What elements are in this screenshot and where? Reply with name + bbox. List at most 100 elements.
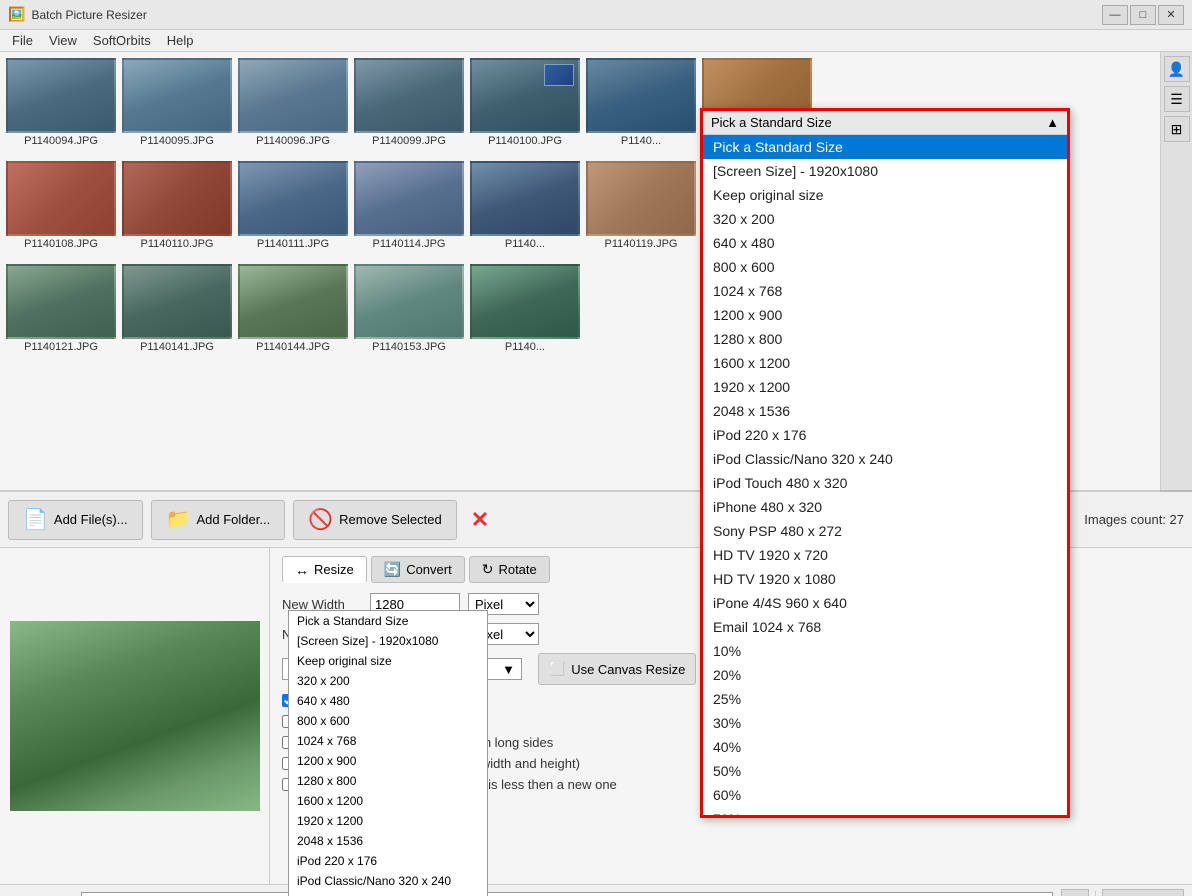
person-icon-btn[interactable]: 👤 [1164, 56, 1190, 82]
maximize-button[interactable]: □ [1130, 5, 1156, 25]
thumbnail-item[interactable]: P1140110.JPG [122, 161, 232, 250]
resize-tab-icon: ↔ [295, 562, 309, 578]
small-dropdown-item[interactable]: 1280 x 800 [289, 771, 487, 791]
big-dropdown-item[interactable]: Email 1024 x 768 [703, 615, 1067, 639]
big-dropdown-list[interactable]: Pick a Standard Size[Screen Size] - 1920… [703, 135, 1067, 815]
thumbnail-item[interactable]: P1140108.JPG [6, 161, 116, 250]
big-dropdown-item[interactable]: iPod Classic/Nano 320 x 240 [703, 447, 1067, 471]
dropdown-arrow-icon: ▼ [502, 662, 515, 677]
thumbnail-item[interactable]: P1140... [586, 58, 696, 147]
big-dropdown-item[interactable]: 640 x 480 [703, 231, 1067, 255]
small-dropdown-item[interactable]: 640 x 480 [289, 691, 487, 711]
remove-selected-button[interactable]: 🚫 Remove Selected [293, 500, 457, 540]
thumbnail-image [6, 161, 116, 236]
small-dropdown-item[interactable]: iPod Touch 480 x 320 [289, 891, 487, 896]
thumbnail-item[interactable]: P1140... [470, 161, 580, 250]
preview-image [10, 621, 260, 811]
thumbnail-label: P1140... [505, 238, 545, 250]
small-dropdown-item[interactable]: iPod 220 x 176 [289, 851, 487, 871]
big-dropdown-item[interactable]: 2048 x 1536 [703, 399, 1067, 423]
small-dropdown-item[interactable]: 1600 x 1200 [289, 791, 487, 811]
tab-convert[interactable]: 🔄 Convert [371, 556, 465, 583]
add-files-button[interactable]: 📄 Add File(s)... [8, 500, 143, 540]
thumbnail-label: P1140108.JPG [24, 238, 98, 250]
big-dropdown-item[interactable]: 25% [703, 687, 1067, 711]
thumbnail-item[interactable]: P1140111.JPG [238, 161, 348, 250]
thumbnail-item[interactable]: P1140114.JPG [354, 161, 464, 250]
menu-file[interactable]: File [4, 31, 41, 50]
thumbnail-item[interactable]: P1140094.JPG [6, 58, 116, 147]
close-button[interactable]: ✕ [1158, 5, 1184, 25]
big-dropdown-item[interactable]: 1200 x 900 [703, 303, 1067, 327]
thumbnail-label: P1140153.JPG [372, 341, 446, 353]
minimize-button[interactable]: — [1102, 5, 1128, 25]
thumbnail-item[interactable]: P1140... [470, 264, 580, 353]
small-dropdown-item[interactable]: 2048 x 1536 [289, 831, 487, 851]
add-folder-icon: 📁 [166, 507, 191, 532]
big-dropdown-item[interactable]: 10% [703, 639, 1067, 663]
thumbnail-label: P1140099.JPG [372, 135, 446, 147]
small-dropdown-item[interactable]: 1024 x 768 [289, 731, 487, 751]
right-toolbar: 👤 ☰ ⊞ [1160, 52, 1192, 490]
big-dropdown-item[interactable]: Keep original size [703, 183, 1067, 207]
close-x-icon[interactable]: ✕ [465, 501, 495, 539]
big-dropdown-item[interactable]: HD TV 1920 x 720 [703, 543, 1067, 567]
small-dropdown-item[interactable]: 1920 x 1200 [289, 811, 487, 831]
thumbnail-label: P1140141.JPG [140, 341, 214, 353]
destination-folder-button[interactable]: 📁 [1061, 889, 1089, 896]
destination-input[interactable] [81, 892, 1052, 896]
thumbnail-item[interactable]: P1140100.JPG [470, 58, 580, 147]
big-dropdown-item[interactable]: 1920 x 1200 [703, 375, 1067, 399]
small-dropdown-item[interactable]: Keep original size [289, 651, 487, 671]
big-dropdown-item[interactable]: iPhone 480 x 320 [703, 495, 1067, 519]
menu-help[interactable]: Help [159, 31, 202, 50]
thumbnail-item[interactable]: P1140096.JPG [238, 58, 348, 147]
thumbnail-item[interactable]: P1140141.JPG [122, 264, 232, 353]
tab-resize[interactable]: ↔ Resize [282, 556, 367, 583]
add-files-icon: 📄 [23, 507, 48, 532]
small-dropdown-item[interactable]: 320 x 200 [289, 671, 487, 691]
small-dropdown-item[interactable]: [Screen Size] - 1920x1080 [289, 631, 487, 651]
thumbnail-item[interactable]: P1140095.JPG [122, 58, 232, 147]
big-dropdown-item[interactable]: [Screen Size] - 1920x1080 [703, 159, 1067, 183]
thumbnail-item[interactable]: P1140121.JPG [6, 264, 116, 353]
tab-rotate[interactable]: ↻ Rotate [469, 556, 550, 583]
menu-view[interactable]: View [41, 31, 85, 50]
grid-icon-btn[interactable]: ⊞ [1164, 116, 1190, 142]
big-dropdown-item[interactable]: iPone 4/4S 960 x 640 [703, 591, 1067, 615]
small-dropdown-item[interactable]: iPod Classic/Nano 320 x 240 [289, 871, 487, 891]
big-dropdown-item[interactable]: 60% [703, 783, 1067, 807]
small-dropdown-item[interactable]: 1200 x 900 [289, 751, 487, 771]
thumbnail-item[interactable]: P1140119.JPG [586, 161, 696, 250]
big-dropdown-item[interactable]: Sony PSP 480 x 272 [703, 519, 1067, 543]
big-dropdown-item[interactable]: 30% [703, 711, 1067, 735]
big-dropdown-item[interactable]: 1024 x 768 [703, 279, 1067, 303]
use-canvas-resize-button[interactable]: ⬜ Use Canvas Resize [538, 653, 696, 685]
thumbnail-item[interactable]: P1140153.JPG [354, 264, 464, 353]
small-dropdown-item[interactable]: Pick a Standard Size [289, 611, 487, 631]
big-dropdown-item[interactable]: 40% [703, 735, 1067, 759]
big-dropdown-item[interactable]: iPod Touch 480 x 320 [703, 471, 1067, 495]
dropdown-scroll-up-icon[interactable]: ▲ [1046, 115, 1059, 130]
thumbnail-image [122, 58, 232, 133]
big-dropdown-item[interactable]: 1280 x 800 [703, 327, 1067, 351]
options-button[interactable]: ⚙ Options [1102, 889, 1184, 896]
list-icon-btn[interactable]: ☰ [1164, 86, 1190, 112]
big-dropdown-item[interactable]: 320 x 200 [703, 207, 1067, 231]
big-dropdown-item[interactable]: 50% [703, 759, 1067, 783]
thumbnail-item[interactable]: P1140099.JPG [354, 58, 464, 147]
big-dropdown-item[interactable]: HD TV 1920 x 1080 [703, 567, 1067, 591]
big-dropdown-item[interactable]: 1600 x 1200 [703, 351, 1067, 375]
thumbnail-label: P1140... [621, 135, 661, 147]
add-folder-button[interactable]: 📁 Add Folder... [151, 500, 286, 540]
big-dropdown-item[interactable]: iPod 220 x 176 [703, 423, 1067, 447]
small-dropdown-item[interactable]: 800 x 600 [289, 711, 487, 731]
thumbnail-item[interactable]: P1140144.JPG [238, 264, 348, 353]
big-dropdown-item[interactable]: 800 x 600 [703, 255, 1067, 279]
app-icon: 🖼️ [8, 6, 25, 23]
big-dropdown-item[interactable]: 70% [703, 807, 1067, 815]
big-dropdown-item[interactable]: Pick a Standard Size [703, 135, 1067, 159]
big-dropdown-item[interactable]: 20% [703, 663, 1067, 687]
menu-softorbits[interactable]: SoftOrbits [85, 31, 159, 50]
thumbnail-image [354, 161, 464, 236]
